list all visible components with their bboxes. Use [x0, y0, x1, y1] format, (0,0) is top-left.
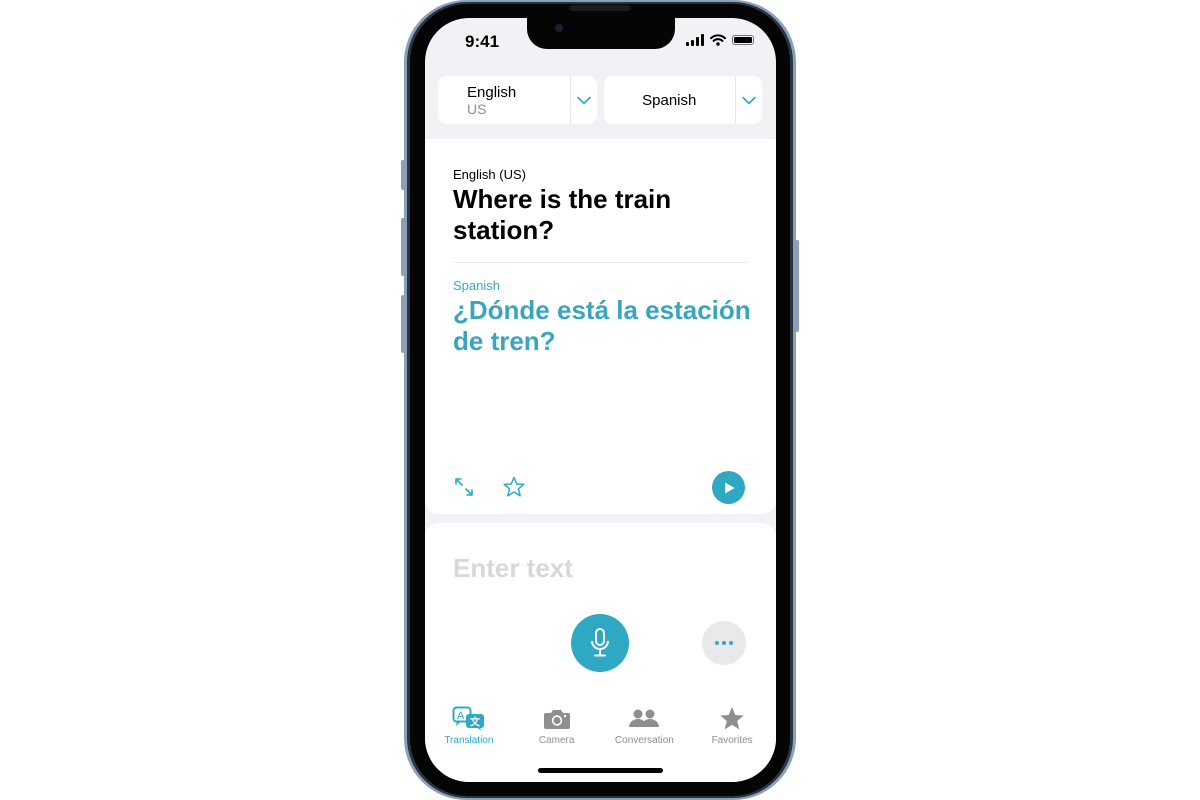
source-language-picker[interactable]: English US: [438, 76, 597, 124]
source-language-region: US: [467, 100, 487, 117]
expand-icon: [455, 478, 473, 496]
tab-conversation[interactable]: Conversation: [601, 706, 689, 756]
svg-text:文: 文: [470, 716, 481, 729]
tab-translation[interactable]: A 文 Translation: [425, 706, 513, 756]
wifi-icon: [710, 34, 726, 46]
more-options-button[interactable]: [702, 621, 746, 665]
status-icons: [686, 34, 754, 46]
star-icon: [720, 707, 744, 730]
tab-label: Favorites: [711, 735, 753, 746]
chevron-down-icon: [742, 96, 756, 105]
tab-bar: A 文 Translation Camera Conversation Favo…: [425, 706, 776, 756]
front-camera: [555, 24, 563, 32]
tab-label: Translation: [444, 735, 494, 746]
camera-icon: [543, 710, 570, 729]
svg-text:A: A: [457, 710, 465, 722]
source-language-name: English: [467, 83, 517, 101]
text-input[interactable]: Enter text: [453, 553, 573, 584]
target-language-label: Spanish: [453, 278, 500, 293]
translation-icon: A 文: [452, 706, 484, 731]
target-language-picker[interactable]: Spanish: [603, 76, 762, 124]
silent-switch: [401, 160, 405, 190]
volume-up-button: [401, 218, 405, 276]
speaker: [569, 5, 631, 11]
play-icon: [724, 482, 734, 493]
target-language-dropdown[interactable]: [735, 76, 762, 124]
microphone-icon: [591, 628, 609, 657]
translation-card: English (US) Where is the train station?…: [425, 139, 776, 514]
source-language-dropdown[interactable]: [569, 76, 597, 124]
home-indicator[interactable]: [538, 768, 663, 773]
tab-favorites[interactable]: Favorites: [688, 706, 776, 756]
cellular-signal-icon: [686, 34, 704, 46]
play-button[interactable]: [712, 471, 745, 504]
source-language-label: English (US): [453, 167, 526, 182]
source-text: Where is the train station?: [453, 184, 672, 245]
notch: [527, 18, 675, 49]
chevron-down-icon: [576, 96, 591, 105]
ellipsis-dot: [722, 641, 726, 645]
side-button: [795, 240, 799, 332]
tab-label: Conversation: [614, 735, 674, 746]
tab-label: Camera: [538, 735, 575, 746]
conversation-icon: [629, 709, 660, 727]
ellipsis-dot: [729, 641, 733, 645]
status-time: 9:41: [465, 32, 500, 51]
tab-camera[interactable]: Camera: [513, 706, 601, 756]
fullscreen-button[interactable]: [452, 475, 476, 499]
microphone-button[interactable]: [571, 614, 629, 672]
target-language-name: Spanish: [642, 91, 697, 109]
volume-down-button: [401, 295, 405, 353]
translated-text: ¿Dónde está la estación de tren?: [453, 295, 751, 356]
battery-icon: [732, 35, 754, 45]
divider: [453, 262, 748, 263]
favorite-button[interactable]: [501, 474, 527, 500]
language-selector: English US Spanish: [438, 76, 762, 124]
phone-screen: 9:41 English US Spanish English (US) Whe…: [425, 18, 776, 782]
ellipsis-dot: [715, 641, 719, 645]
star-outline-icon: [503, 476, 525, 497]
